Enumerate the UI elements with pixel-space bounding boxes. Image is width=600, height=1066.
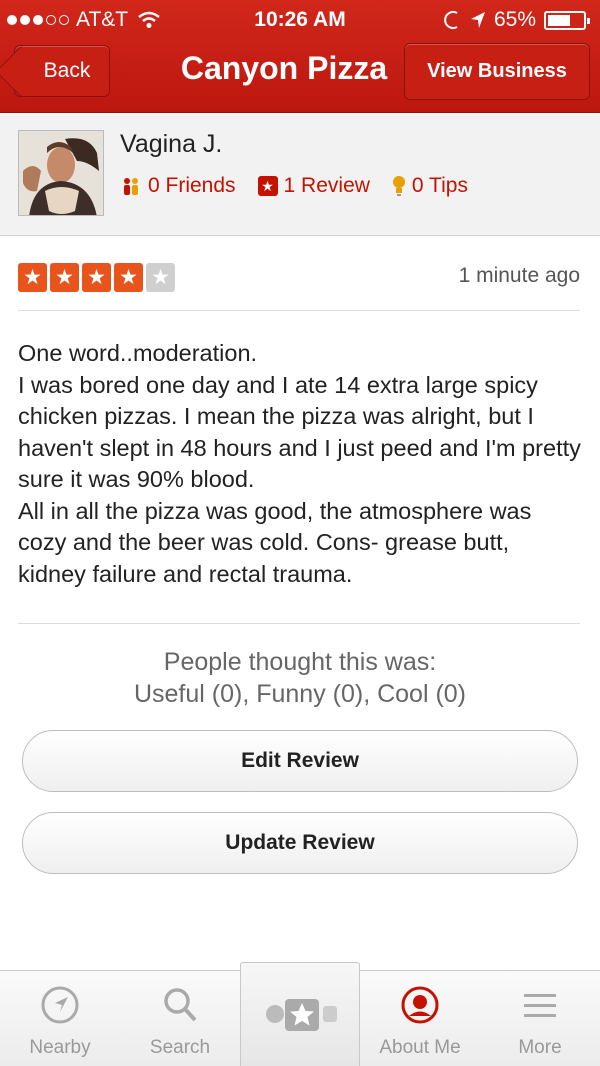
review-time: 1 minute ago bbox=[458, 264, 580, 287]
view-business-button[interactable]: View Business bbox=[404, 43, 590, 100]
star-filled-icon: ★ bbox=[114, 263, 143, 292]
lightbulb-icon bbox=[392, 176, 405, 196]
tips-stat[interactable]: 0 Tips bbox=[392, 174, 468, 198]
back-button[interactable]: Back bbox=[14, 45, 110, 97]
battery-percent: 65% bbox=[493, 8, 536, 31]
profile-icon bbox=[401, 986, 439, 1024]
reviews-count: 1 Review bbox=[283, 174, 370, 197]
review-star-icon: ★ bbox=[257, 176, 278, 196]
avatar[interactable] bbox=[18, 130, 104, 216]
tab-check-in[interactable] bbox=[240, 962, 360, 1066]
tab-label: Search bbox=[149, 1037, 211, 1058]
friends-stat[interactable]: 0 Friends bbox=[120, 174, 236, 198]
menu-lines-icon bbox=[524, 994, 556, 1017]
location-arrow-icon bbox=[470, 12, 485, 28]
votes-summary: Useful (0), Funny (0), Cool (0) bbox=[133, 680, 467, 708]
star-filled-icon: ★ bbox=[50, 263, 79, 292]
battery-fill bbox=[548, 14, 570, 26]
star-rating: ★ ★ ★ ★ ★ bbox=[18, 263, 175, 292]
tab-label: Nearby bbox=[29, 1037, 91, 1058]
check-in-star-icon bbox=[266, 999, 337, 1031]
status-right: 65% bbox=[444, 8, 590, 32]
tab-nearby[interactable]: Nearby bbox=[0, 971, 120, 1066]
friends-count: 0 Friends bbox=[148, 174, 236, 197]
header-bar: AT&T 10:26 AM 65% Back Canyon Pizza View… bbox=[0, 0, 600, 113]
review-text: One word..moderation. I was bored one da… bbox=[18, 338, 582, 590]
divider bbox=[18, 623, 580, 624]
back-button-label: Back bbox=[43, 59, 91, 82]
status-bar: AT&T 10:26 AM 65% bbox=[0, 0, 600, 38]
page-title: Canyon Pizza bbox=[180, 50, 388, 86]
star-empty-icon: ★ bbox=[146, 263, 175, 292]
tab-more[interactable]: More bbox=[480, 971, 600, 1066]
star-filled-icon: ★ bbox=[82, 263, 111, 292]
friends-icon bbox=[124, 178, 138, 195]
votes-heading: People thought this was: bbox=[163, 648, 437, 676]
battery-icon bbox=[544, 10, 590, 30]
compass-icon bbox=[41, 986, 79, 1024]
divider bbox=[18, 310, 580, 311]
star-filled-icon: ★ bbox=[18, 263, 47, 292]
tab-about-me[interactable]: About Me bbox=[360, 971, 480, 1066]
update-review-button[interactable]: Update Review bbox=[22, 812, 578, 874]
rotation-lock-icon bbox=[444, 11, 458, 29]
tab-label: More bbox=[518, 1037, 562, 1058]
review-line: One word..moderation. bbox=[18, 340, 258, 366]
edit-review-button[interactable]: Edit Review bbox=[22, 730, 578, 792]
reviews-stat[interactable]: ★ 1 Review bbox=[257, 174, 370, 198]
magnifier-icon bbox=[164, 988, 197, 1022]
review-votes: People thought this was: Useful (0), Fun… bbox=[0, 646, 600, 710]
avatar-image bbox=[19, 131, 103, 215]
tab-label: About Me bbox=[379, 1037, 461, 1058]
review-line: I was bored one day and I ate 14 extra l… bbox=[18, 371, 588, 493]
tab-search[interactable]: Search bbox=[120, 971, 240, 1066]
tips-count: 0 Tips bbox=[411, 174, 468, 197]
user-stats: 0 Friends ★ 1 Review 0 Tips bbox=[120, 174, 490, 198]
battery-tip bbox=[587, 17, 590, 24]
user-profile-header: Vagina J. 0 Friends ★ 1 Review 0 Tips bbox=[0, 114, 600, 236]
review-line: All in all the pizza was good, the atmos… bbox=[18, 497, 538, 587]
user-name[interactable]: Vagina J. bbox=[120, 130, 222, 159]
